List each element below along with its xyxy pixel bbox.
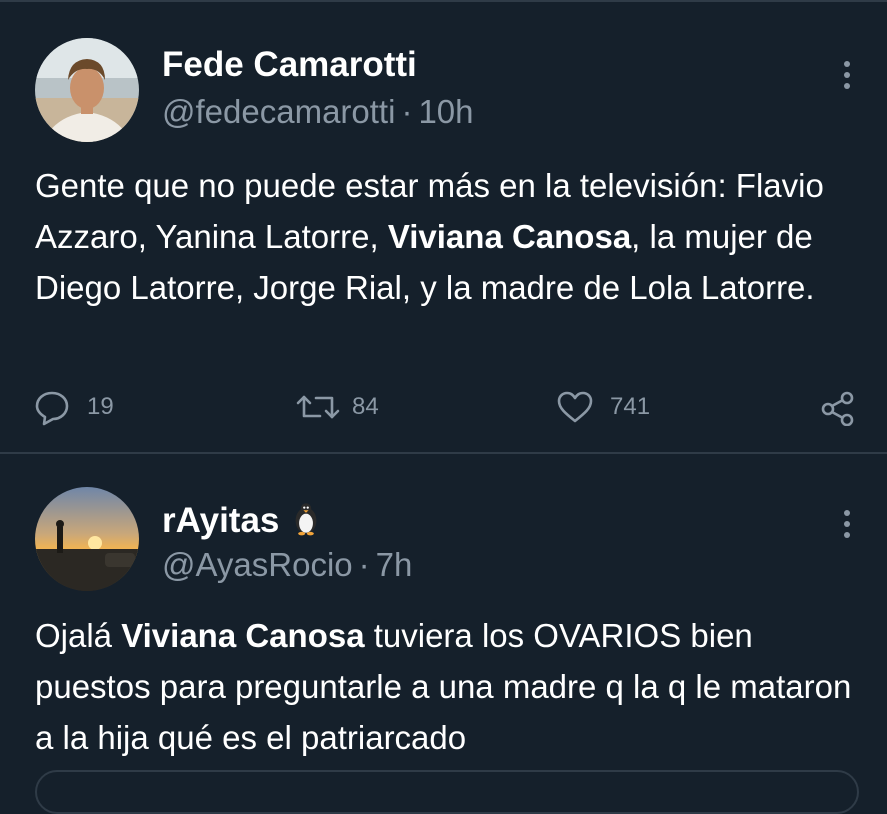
retweet-button[interactable]: 84: [296, 385, 379, 429]
tweet-time[interactable]: 10h: [418, 93, 473, 130]
display-name[interactable]: rAyitas: [162, 500, 319, 541]
separator-dot: ·: [401, 93, 413, 130]
heart-icon: [557, 391, 593, 423]
avatar[interactable]: [35, 487, 139, 591]
reply-count: 19: [87, 393, 114, 420]
display-name[interactable]: Fede Camarotti: [162, 45, 417, 85]
tweet-text: Gente que no puede estar más en la telev…: [35, 160, 855, 313]
share-icon: [821, 391, 854, 426]
tweet-text: Ojalá Viviana Canosa tuviera los OVARIOS…: [35, 610, 855, 763]
like-button[interactable]: 741: [556, 385, 650, 429]
display-name-text: rAyitas: [162, 501, 280, 540]
retweet-count: 84: [352, 393, 379, 420]
tweet-time[interactable]: 7h: [376, 546, 413, 583]
avatar-image: [35, 487, 139, 591]
tweet-actions: 19 84 741: [0, 385, 887, 429]
user-handle[interactable]: @AyasRocio: [162, 546, 353, 583]
more-options-button[interactable]: [836, 55, 858, 95]
penguin-icon: [295, 503, 317, 536]
reply-button[interactable]: 19: [33, 385, 114, 429]
quoted-content-card[interactable]: [35, 770, 859, 814]
tweet-text-part: Ojalá: [35, 617, 122, 654]
avatar-image: [35, 38, 139, 142]
user-handle[interactable]: @fedecamarotti: [162, 93, 395, 130]
avatar[interactable]: [35, 38, 139, 142]
retweet-icon: [296, 395, 340, 419]
tweet-text-bold: Viviana Canosa: [387, 218, 632, 255]
tweet-text-bold: Viviana Canosa: [121, 617, 365, 654]
more-options-button[interactable]: [836, 504, 858, 544]
tweet-card[interactable]: Fede Camarotti @fedecamarotti · 10h Gente …: [0, 0, 887, 452]
more-vertical-icon: [844, 61, 850, 89]
tweet-card[interactable]: rAyitas @AyasRocio · 7h Ojalá Viviana Cano…: [0, 454, 887, 814]
handle-line: @AyasRocio · 7h: [162, 546, 412, 584]
handle-line: @fedecamarotti · 10h: [162, 93, 474, 131]
more-vertical-icon: [844, 510, 850, 538]
like-count: 741: [610, 393, 651, 420]
separator-dot: ·: [358, 546, 370, 583]
comment-icon: [35, 391, 69, 426]
share-button[interactable]: [818, 385, 856, 429]
